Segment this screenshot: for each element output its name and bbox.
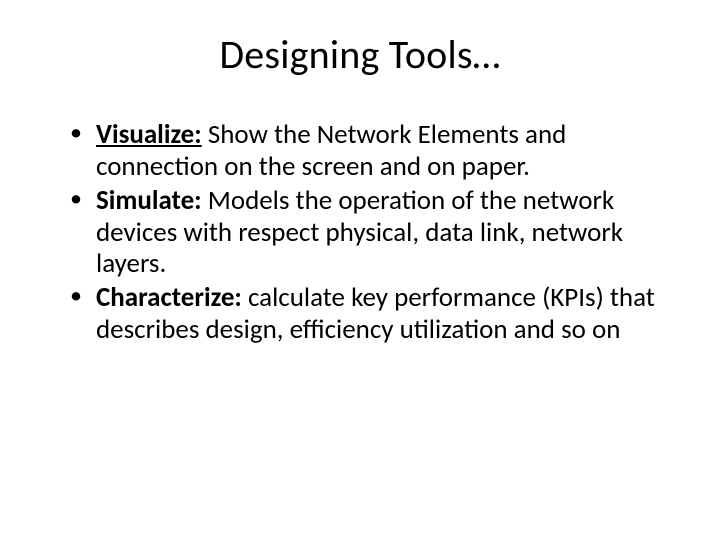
slide-title: Designing Tools… xyxy=(50,30,670,79)
list-item: Visualize: Show the Network Elements and… xyxy=(70,119,670,183)
list-item: Characterize: calculate key performance … xyxy=(70,282,670,346)
bullet-term: Characterize: xyxy=(96,281,242,314)
list-item: Simulate: Models the operation of the ne… xyxy=(70,185,670,281)
bullet-term: Visualize: xyxy=(96,118,202,151)
bullet-term: Simulate: xyxy=(96,184,202,217)
slide: Designing Tools… Visualize: Show the Net… xyxy=(0,0,720,540)
bullet-list: Visualize: Show the Network Elements and… xyxy=(70,119,670,346)
